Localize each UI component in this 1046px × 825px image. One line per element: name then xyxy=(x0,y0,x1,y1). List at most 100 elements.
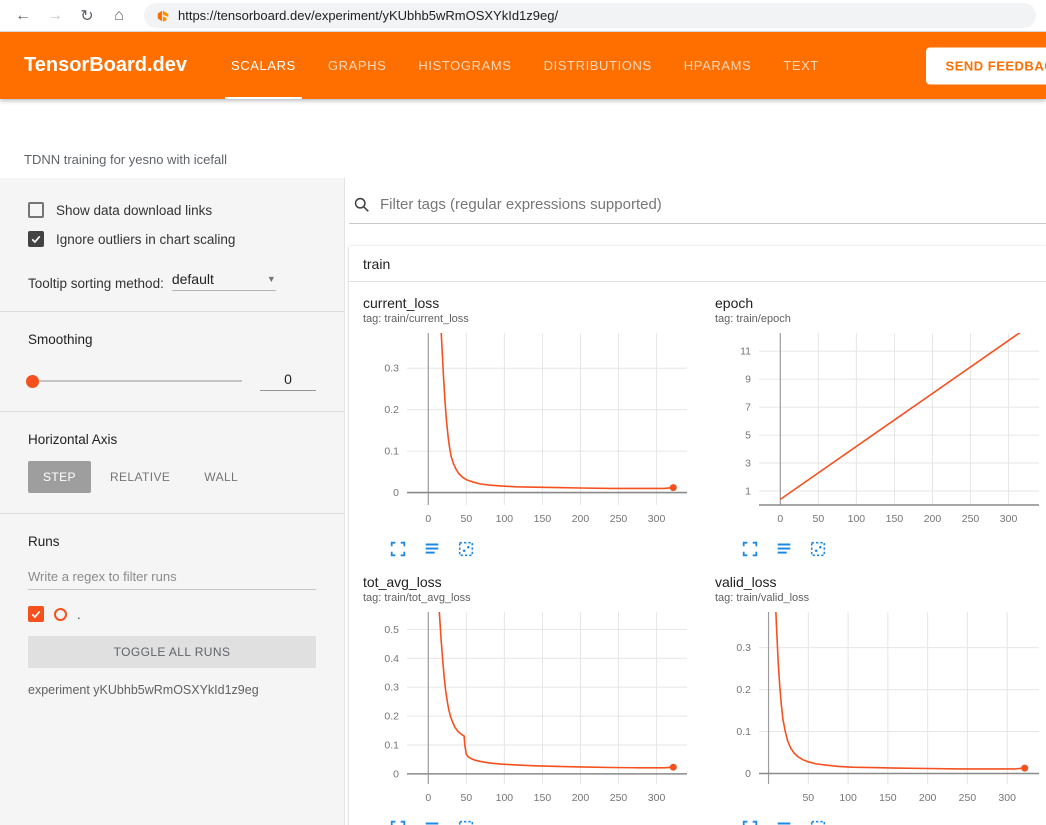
svg-text:100: 100 xyxy=(496,792,514,804)
chevron-down-icon: ▼ xyxy=(267,274,276,284)
home-icon[interactable]: ⌂ xyxy=(106,7,132,25)
smoothing-slider[interactable] xyxy=(28,380,242,382)
expand-chart-icon[interactable] xyxy=(741,819,759,825)
chart-tag: tag: train/valid_loss xyxy=(715,592,1046,604)
show-download-links-label: Show data download links xyxy=(56,203,212,218)
experiment-id-label: experiment yKUbhb5wRmOSXYkId1z9eg xyxy=(28,683,316,697)
scalar-chart-card: tot_avg_loss tag: train/tot_avg_loss 00.… xyxy=(363,574,705,825)
run-checkbox[interactable] xyxy=(28,606,44,622)
svg-text:150: 150 xyxy=(879,792,897,804)
svg-text:0: 0 xyxy=(393,768,399,780)
sidebar-divider xyxy=(0,513,344,514)
log-scale-icon[interactable] xyxy=(423,540,441,558)
tooltip-sorting-select[interactable]: default ▼ xyxy=(172,271,276,291)
fit-domain-icon[interactable] xyxy=(457,540,475,558)
log-scale-icon[interactable] xyxy=(775,540,793,558)
tensorboard-favicon xyxy=(156,9,170,23)
svg-text:0.2: 0.2 xyxy=(384,404,399,416)
tab-histograms[interactable]: HISTOGRAMS xyxy=(402,32,527,99)
svg-text:200: 200 xyxy=(572,513,590,525)
experiment-title: TDNN training for yesno with icefall xyxy=(24,152,227,167)
smoothing-value-input[interactable]: 0 xyxy=(260,371,316,391)
chart-title: epoch xyxy=(715,295,1046,311)
forward-icon[interactable]: → xyxy=(42,7,68,25)
sidebar-divider xyxy=(0,411,344,412)
line-chart[interactable]: 00.10.20.3050100150200250300 xyxy=(363,329,698,531)
axis-wall-button[interactable]: WALL xyxy=(189,461,253,493)
svg-text:200: 200 xyxy=(919,792,937,804)
chart-tag: tag: train/tot_avg_loss xyxy=(363,592,705,604)
tab-hparams[interactable]: HPARAMS xyxy=(668,32,768,99)
refresh-icon[interactable]: ↻ xyxy=(74,6,100,26)
line-chart[interactable]: 00.10.20.350100150200250300 xyxy=(715,608,1046,810)
chart-title: valid_loss xyxy=(715,574,1046,590)
line-chart[interactable]: 00.10.20.30.40.5050100150200250300 xyxy=(363,608,698,810)
fit-domain-icon[interactable] xyxy=(809,819,827,825)
svg-text:200: 200 xyxy=(572,792,590,804)
sidebar-divider xyxy=(0,311,344,312)
show-download-links-row: Show data download links xyxy=(28,202,316,218)
axis-relative-button[interactable]: RELATIVE xyxy=(95,461,185,493)
tab-graphs[interactable]: GRAPHS xyxy=(312,32,403,99)
svg-text:200: 200 xyxy=(924,513,942,525)
expand-chart-icon[interactable] xyxy=(389,540,407,558)
axis-step-button[interactable]: STEP xyxy=(28,461,91,493)
svg-text:9: 9 xyxy=(745,374,751,386)
svg-text:250: 250 xyxy=(962,513,980,525)
line-chart[interactable]: 1357911050100150200250300 xyxy=(715,329,1046,531)
svg-text:3: 3 xyxy=(745,458,751,470)
fit-domain-icon[interactable] xyxy=(457,819,475,825)
sidebar: Show data download links Ignore outliers… xyxy=(0,178,345,825)
smoothing-slider-thumb[interactable] xyxy=(26,375,39,388)
address-bar[interactable]: https://tensorboard.dev/experiment/yKUbh… xyxy=(144,3,1036,28)
svg-text:50: 50 xyxy=(802,792,814,804)
svg-text:0.3: 0.3 xyxy=(736,642,751,654)
show-download-links-checkbox[interactable] xyxy=(28,202,44,218)
run-color-swatch xyxy=(54,608,67,621)
section-header-train[interactable]: train xyxy=(349,246,1046,282)
chart-toolbar xyxy=(389,819,705,825)
tab-scalars[interactable]: SCALARS xyxy=(215,32,312,99)
train-section-card: train current_loss tag: train/current_lo… xyxy=(349,246,1046,825)
smoothing-label: Smoothing xyxy=(28,332,316,347)
toggle-all-runs-button[interactable]: TOGGLE ALL RUNS xyxy=(28,636,316,668)
fit-domain-icon[interactable] xyxy=(809,540,827,558)
svg-text:250: 250 xyxy=(610,513,628,525)
tensorboard-page: { "browser": { "url": "https://tensorboa… xyxy=(0,0,1046,825)
svg-text:50: 50 xyxy=(461,513,473,525)
tag-filter-input[interactable] xyxy=(380,196,1044,213)
chart-title: current_loss xyxy=(363,295,705,311)
svg-text:300: 300 xyxy=(648,513,666,525)
send-feedback-button[interactable]: SEND FEEDBACK xyxy=(926,47,1046,84)
nav-tabs: SCALARS GRAPHS HISTOGRAMS DISTRIBUTIONS … xyxy=(215,32,835,99)
run-name: . xyxy=(77,607,81,622)
tab-text[interactable]: TEXT xyxy=(767,32,835,99)
back-icon[interactable]: ← xyxy=(10,7,36,25)
svg-text:7: 7 xyxy=(745,402,751,414)
tab-distributions[interactable]: DISTRIBUTIONS xyxy=(528,32,668,99)
svg-text:0.4: 0.4 xyxy=(384,653,399,665)
svg-text:0.1: 0.1 xyxy=(384,446,399,458)
svg-text:0: 0 xyxy=(393,487,399,499)
ignore-outliers-checkbox[interactable] xyxy=(28,231,44,247)
expand-chart-icon[interactable] xyxy=(741,540,759,558)
svg-text:250: 250 xyxy=(610,792,628,804)
log-scale-icon[interactable] xyxy=(423,819,441,825)
main-panel: train current_loss tag: train/current_lo… xyxy=(345,178,1046,825)
tag-filter-row xyxy=(349,190,1046,224)
runs-filter-input[interactable] xyxy=(28,563,316,590)
smoothing-slider-row: 0 xyxy=(28,371,316,391)
url-text[interactable]: https://tensorboard.dev/experiment/yKUbh… xyxy=(178,8,558,23)
check-icon xyxy=(30,608,42,620)
app-header: TensorBoard.dev SCALARS GRAPHS HISTOGRAM… xyxy=(0,32,1046,99)
scalar-chart-card: epoch tag: train/epoch 13579110501001502… xyxy=(715,295,1046,558)
svg-text:0.3: 0.3 xyxy=(384,682,399,694)
check-icon xyxy=(30,233,42,245)
tooltip-sorting-row: Tooltip sorting method: default ▼ xyxy=(28,271,316,291)
svg-text:0: 0 xyxy=(777,513,783,525)
svg-text:0.3: 0.3 xyxy=(384,363,399,375)
svg-text:300: 300 xyxy=(1000,513,1018,525)
horizontal-axis-label: Horizontal Axis xyxy=(28,432,316,447)
expand-chart-icon[interactable] xyxy=(389,819,407,825)
log-scale-icon[interactable] xyxy=(775,819,793,825)
